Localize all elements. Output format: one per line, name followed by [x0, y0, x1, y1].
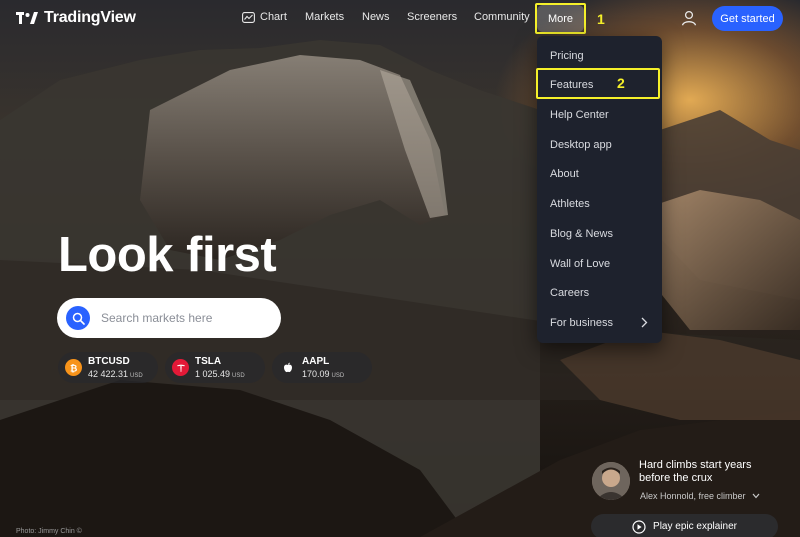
nav-news[interactable]: News — [362, 11, 390, 23]
nav-more-label: More — [547, 12, 574, 25]
search-input[interactable] — [101, 308, 269, 328]
menu-item-desktop-app[interactable]: Desktop app — [537, 130, 662, 159]
play-explainer-button[interactable]: Play epic explainer — [591, 514, 778, 537]
menu-item-pricing[interactable]: Pricing — [537, 41, 662, 70]
feature-author[interactable]: Alex Honnold, free climber — [640, 491, 760, 501]
more-dropdown-menu: Pricing Features Help Center Desktop app… — [537, 36, 662, 343]
ticker-price-value: 1 025.49 — [195, 369, 231, 379]
ticker-currency: USD — [130, 373, 143, 379]
menu-item-label: About — [550, 167, 579, 180]
menu-item-label: Features — [550, 78, 594, 91]
play-icon — [632, 519, 646, 534]
menu-item-for-business[interactable]: For business — [537, 308, 662, 337]
menu-item-help-center[interactable]: Help Center — [537, 100, 662, 129]
menu-item-wall-of-love[interactable]: Wall of Love — [537, 249, 662, 278]
tesla-icon — [172, 359, 189, 376]
ticker-symbol: TSLA — [195, 356, 222, 367]
nav-more-button[interactable]: More — [537, 5, 584, 32]
chevron-down-icon — [752, 493, 760, 499]
menu-item-label: Desktop app — [550, 138, 612, 151]
nav-markets[interactable]: Markets — [305, 11, 344, 23]
user-icon[interactable] — [681, 10, 697, 26]
play-explainer-label: Play epic explainer — [653, 521, 737, 532]
menu-item-label: Help Center — [550, 108, 609, 121]
ticker-symbol: BTCUSD — [88, 356, 130, 367]
athlete-avatar — [592, 462, 630, 500]
search-button[interactable] — [66, 306, 90, 330]
author-name: Alex Honnold, free climber — [640, 491, 746, 501]
menu-item-label: Careers — [550, 286, 590, 299]
menu-item-features[interactable]: Features — [537, 70, 662, 99]
ticker-price: 42 422.31 USD — [88, 369, 143, 379]
search-icon — [72, 312, 85, 325]
menu-item-label: Pricing — [550, 49, 584, 62]
menu-item-label: Blog & News — [550, 227, 613, 240]
menu-item-careers[interactable]: Careers — [537, 278, 662, 307]
ticker-btcusd[interactable]: ₿ BTCUSD 42 422.31 USD — [58, 352, 158, 383]
tradingview-logo-icon — [16, 12, 38, 24]
ticker-price-value: 170.09 — [302, 369, 330, 379]
nav-community-label: Community — [474, 11, 530, 23]
ticker-symbol: AAPL — [302, 356, 330, 367]
feature-quote: Hard climbs start years before the crux — [639, 459, 752, 484]
market-search-bar[interactable] — [57, 298, 281, 338]
ticker-price: 170.09 USD — [302, 369, 344, 379]
nav-screeners[interactable]: Screeners — [407, 11, 457, 23]
chart-icon — [242, 11, 255, 23]
bitcoin-icon: ₿ — [65, 359, 82, 376]
nav-chart-label: Chart — [260, 11, 287, 23]
get-started-label: Get started — [720, 12, 775, 25]
menu-item-label: For business — [550, 316, 613, 329]
nav-screeners-label: Screeners — [407, 11, 458, 23]
nav-markets-label: Markets — [305, 11, 345, 23]
svg-text:₿: ₿ — [70, 363, 77, 373]
ticker-currency: USD — [232, 373, 245, 379]
menu-item-label: Athletes — [550, 197, 590, 210]
ticker-aapl[interactable]: AAPL 170.09 USD — [272, 352, 372, 383]
menu-item-blog-news[interactable]: Blog & News — [537, 219, 662, 248]
menu-item-athletes[interactable]: Athletes — [537, 189, 662, 218]
callout-2: 2 — [617, 75, 625, 91]
get-started-button[interactable]: Get started — [712, 6, 783, 31]
ticker-price: 1 025.49 USD — [195, 369, 245, 379]
ticker-price-value: 42 422.31 — [88, 369, 129, 379]
menu-item-about[interactable]: About — [537, 159, 662, 188]
apple-icon — [279, 359, 296, 376]
nav-community[interactable]: Community — [474, 11, 530, 23]
brand-name: TradingView — [44, 9, 136, 26]
menu-item-label: Wall of Love — [550, 257, 611, 270]
callout-1: 1 — [597, 11, 605, 27]
nav-news-label: News — [362, 11, 390, 23]
photo-credit: Photo: Jimmy Chin © — [16, 528, 82, 535]
brand-logo[interactable]: TradingView — [16, 9, 136, 27]
top-nav: TradingView Chart Markets News Screeners… — [0, 0, 800, 38]
ticker-tsla[interactable]: TSLA 1 025.49 USD — [165, 352, 265, 383]
hero-title: Look first — [58, 228, 277, 282]
ticker-currency: USD — [331, 373, 345, 379]
chevron-right-icon — [641, 317, 648, 328]
nav-chart[interactable]: Chart — [242, 11, 287, 23]
